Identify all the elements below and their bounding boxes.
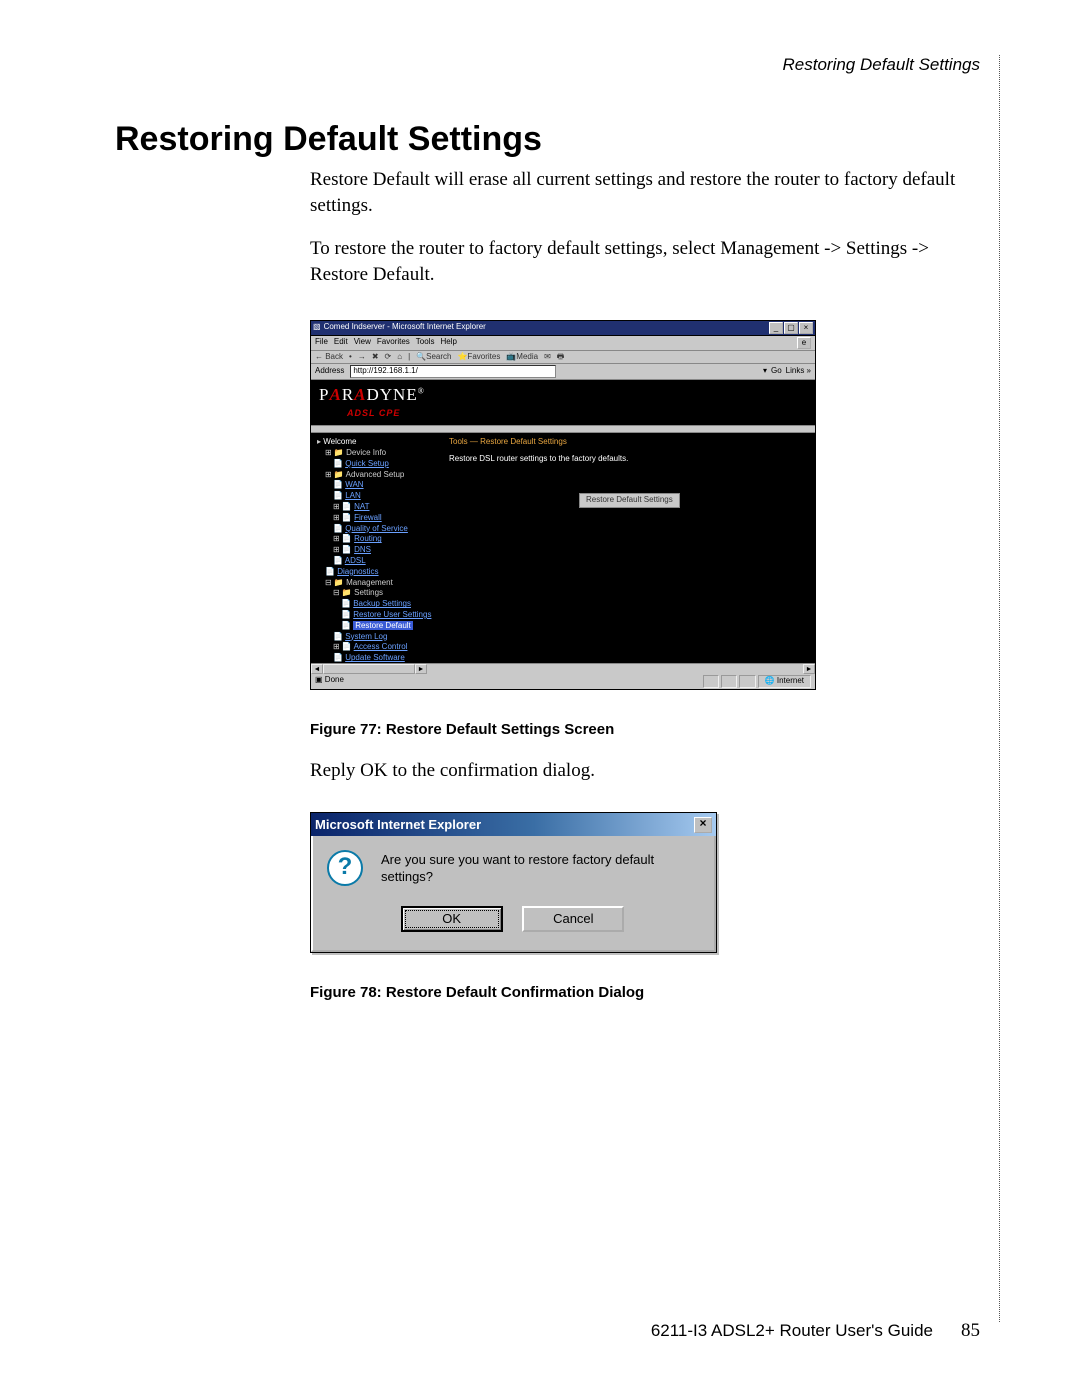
restore-default-settings-button[interactable]: Restore Default Settings bbox=[579, 493, 680, 508]
ie-menubar[interactable]: File Edit View Favorites Tools Help e bbox=[311, 336, 815, 351]
nav-dns[interactable]: DNS bbox=[354, 545, 371, 554]
nav-diagnostics[interactable]: Diagnostics bbox=[337, 567, 378, 576]
back-button[interactable]: ← Back bbox=[315, 352, 343, 363]
media-button[interactable]: 📺Media bbox=[506, 352, 538, 363]
figure-78-dialog: Microsoft Internet Explorer × ? Are you … bbox=[310, 812, 717, 953]
figure-77-screenshot: ▧ Comed Indserver - Microsoft Internet E… bbox=[310, 320, 816, 690]
menu-file[interactable]: File bbox=[315, 337, 328, 348]
nav-nat[interactable]: NAT bbox=[354, 502, 369, 511]
nav-backup[interactable]: Backup Settings bbox=[353, 599, 411, 608]
page-footer: 6211-I3 ADSL2+ Router User's Guide85 bbox=[651, 1320, 980, 1342]
nav-wan[interactable]: WAN bbox=[345, 480, 363, 489]
address-label: Address bbox=[315, 366, 344, 377]
address-input[interactable]: http://192.168.1.1/ bbox=[350, 365, 556, 378]
nav-advanced-setup[interactable]: Advanced Setup bbox=[346, 470, 405, 479]
dialog-title: Microsoft Internet Explorer bbox=[315, 816, 481, 834]
menu-view[interactable]: View bbox=[354, 337, 371, 348]
favorites-button[interactable]: ⭐Favorites bbox=[457, 352, 500, 363]
zone-indicator: 🌐 Internet bbox=[758, 675, 811, 688]
horizontal-scrollbar[interactable]: ◄► ► bbox=[311, 663, 815, 674]
page-margin-rule bbox=[999, 55, 1000, 1322]
nav-restore-default[interactable]: Restore Default bbox=[353, 621, 413, 630]
minimize-icon[interactable]: _ bbox=[769, 322, 783, 334]
window-title: Comed Indserver - Microsoft Internet Exp… bbox=[324, 322, 486, 333]
running-header: Restoring Default Settings bbox=[783, 55, 981, 75]
maximize-icon[interactable]: ▢ bbox=[784, 322, 798, 334]
nav-device-info[interactable]: Device Info bbox=[346, 448, 386, 457]
nav-settings[interactable]: Settings bbox=[354, 588, 383, 597]
close-icon[interactable]: × bbox=[799, 322, 813, 334]
ok-button[interactable]: OK bbox=[401, 906, 503, 932]
nav-welcome[interactable]: Welcome bbox=[323, 437, 356, 446]
nav-quick-setup[interactable]: Quick Setup bbox=[345, 459, 389, 468]
nav-qos[interactable]: Quality of Service bbox=[345, 524, 408, 533]
status-bar: ▣ Done 🌐 Internet bbox=[311, 674, 815, 689]
figure-77-caption: Figure 77: Restore Default Settings Scre… bbox=[310, 720, 970, 740]
brand-banner: PARADYNE® ADSL CPE bbox=[311, 380, 815, 425]
address-bar[interactable]: Address http://192.168.1.1/ ▾ Go Links » bbox=[311, 364, 815, 380]
body-paragraph: Reply OK to the confirmation dialog. bbox=[310, 758, 970, 784]
nav-lan[interactable]: LAN bbox=[345, 491, 361, 500]
body-paragraph: Restore Default will erase all current s… bbox=[310, 167, 970, 218]
menu-edit[interactable]: Edit bbox=[334, 337, 348, 348]
figure-78-caption: Figure 78: Restore Default Confirmation … bbox=[310, 983, 970, 1003]
question-icon: ? bbox=[327, 850, 363, 886]
nav-system-log[interactable]: System Log bbox=[345, 632, 387, 641]
nav-tree[interactable]: ▸ Welcome ⊞ 📁 Device Info 📄 Quick Setup … bbox=[311, 433, 441, 663]
content-pane: Tools — Restore Default Settings Restore… bbox=[441, 433, 815, 663]
nav-management[interactable]: Management bbox=[346, 578, 393, 587]
ie-throbber-icon: e bbox=[797, 337, 811, 349]
content-desc: Restore DSL router settings to the facto… bbox=[449, 454, 807, 465]
menu-help[interactable]: Help bbox=[440, 337, 456, 348]
nav-access-control[interactable]: Access Control bbox=[354, 642, 408, 651]
status-text: Done bbox=[325, 675, 344, 688]
ie-toolbar[interactable]: ← Back •→✖⟳⌂ | 🔍Search ⭐Favorites 📺Media… bbox=[311, 351, 815, 365]
nav-restore-user[interactable]: Restore User Settings bbox=[353, 610, 431, 619]
section-heading: Restoring Default Settings bbox=[115, 120, 1000, 159]
body-paragraph: To restore the router to factory default… bbox=[310, 236, 970, 287]
nav-adsl[interactable]: ADSL bbox=[345, 556, 366, 565]
dialog-message: Are you sure you want to restore factory… bbox=[381, 851, 698, 886]
search-button[interactable]: 🔍Search bbox=[416, 352, 451, 363]
links-label: Links » bbox=[786, 366, 811, 377]
close-icon[interactable]: × bbox=[694, 817, 712, 833]
ie-icon: ▧ bbox=[313, 322, 321, 333]
cancel-button[interactable]: Cancel bbox=[522, 906, 624, 932]
nav-firewall[interactable]: Firewall bbox=[354, 513, 382, 522]
nav-routing[interactable]: Routing bbox=[354, 534, 382, 543]
nav-update-software[interactable]: Update Software bbox=[345, 653, 405, 662]
breadcrumb: Tools — Restore Default Settings bbox=[449, 437, 807, 448]
go-button[interactable]: Go bbox=[771, 366, 782, 377]
menu-favorites[interactable]: Favorites bbox=[377, 337, 410, 348]
menu-tools[interactable]: Tools bbox=[416, 337, 435, 348]
